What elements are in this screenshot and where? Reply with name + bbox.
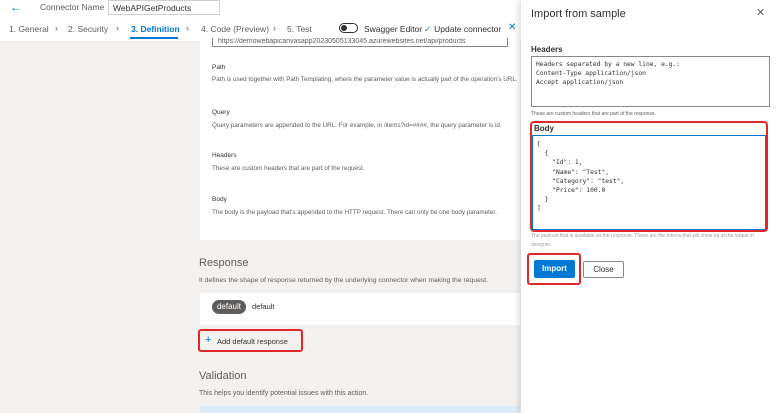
- back-arrow-icon[interactable]: ←: [10, 0, 22, 14]
- request-card: https://demowebapicanvasapp2023050513304…: [200, 38, 520, 240]
- validation-banner: [200, 406, 520, 413]
- tab-security[interactable]: 2. Security: [68, 24, 108, 34]
- close-button[interactable]: Close: [583, 261, 624, 278]
- default-badge[interactable]: default: [212, 300, 246, 314]
- headers-title: Headers: [212, 152, 237, 159]
- import-highlight: Import: [527, 253, 581, 285]
- headers-label: Headers: [531, 45, 563, 54]
- chevron-right-icon: ›: [116, 23, 119, 33]
- panel-close-icon[interactable]: ✕: [756, 6, 765, 19]
- body-title: Body: [212, 196, 227, 203]
- plus-icon: +: [205, 334, 212, 346]
- tab-general[interactable]: 1. General: [9, 24, 49, 34]
- swagger-editor-label: Swagger Editor: [364, 24, 423, 34]
- import-from-sample-panel: Import from sample ✕ Headers Headers sep…: [521, 0, 780, 413]
- update-connector-button[interactable]: ✓ Update connector: [424, 24, 501, 35]
- response-item[interactable]: default default: [200, 293, 520, 325]
- add-default-response-button[interactable]: + Add default response: [198, 329, 303, 352]
- tab-test[interactable]: 5. Test: [287, 24, 312, 34]
- path-title: Path: [212, 64, 226, 71]
- headers-description: These are custom headers that are part o…: [212, 165, 365, 172]
- chevron-right-icon: ›: [273, 23, 276, 33]
- panel-title: Import from sample: [531, 8, 626, 20]
- chevron-right-icon: ›: [186, 23, 189, 33]
- import-button[interactable]: Import: [534, 260, 575, 278]
- body-highlight: Body [ { "Id": 1, "Name": "Test", "Categ…: [530, 121, 768, 232]
- body-label: Body: [534, 124, 554, 133]
- connector-name-input[interactable]: WebAPIGetProducts: [108, 0, 220, 15]
- connector-name-label: Connector Name: [40, 2, 105, 12]
- validation-title: Validation: [199, 370, 247, 382]
- query-description: Query parameters are appended to the URL…: [212, 122, 502, 129]
- update-connector-label: Update connector: [434, 24, 502, 34]
- toggle-knob: [341, 25, 347, 31]
- active-tab-indicator: [130, 37, 178, 39]
- query-title: Query: [212, 109, 230, 116]
- response-title: Response: [199, 257, 249, 269]
- swagger-editor-toggle[interactable]: [339, 23, 358, 33]
- validation-description: This helps you identify potential issues…: [199, 390, 369, 397]
- headers-textarea[interactable]: Headers separated by a new line, e.g.: C…: [531, 56, 770, 107]
- response-description: It defines the shape of response returne…: [199, 277, 489, 284]
- body-textarea[interactable]: [ { "Id": 1, "Name": "Test", "Category":…: [532, 135, 766, 230]
- headers-hint: These are custom headers that are part o…: [531, 111, 657, 117]
- response-item-label: default: [252, 302, 275, 311]
- close-icon[interactable]: ✕: [508, 22, 516, 33]
- top-bar: ← Connector Name WebAPIGetProducts: [0, 0, 525, 16]
- add-default-response-label: Add default response: [217, 337, 288, 346]
- path-description: Path is used together with Path Templati…: [212, 76, 518, 83]
- body-description: The body is the payload that's appended …: [212, 209, 497, 216]
- chevron-right-icon: ›: [55, 23, 58, 33]
- url-field[interactable]: https://demowebapicanvasapp2023050513304…: [212, 38, 508, 47]
- checkmark-icon: ✓: [424, 24, 432, 34]
- tab-definition[interactable]: 3. Definition: [131, 24, 180, 34]
- tab-code-preview[interactable]: 4. Code (Preview): [201, 24, 269, 34]
- body-hint: The payload that is available on the res…: [531, 233, 754, 248]
